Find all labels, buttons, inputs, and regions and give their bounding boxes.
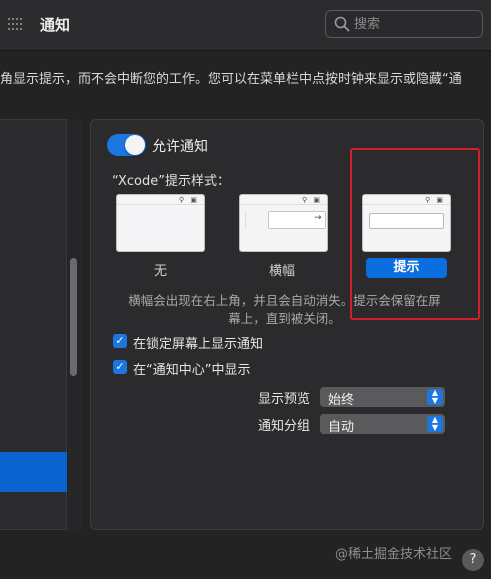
search-icon: [334, 16, 350, 32]
up-down-chevron-icon: ▲ ▼: [427, 389, 443, 405]
allow-notifications-label: 允许通知: [152, 139, 208, 155]
search-input[interactable]: [354, 15, 474, 33]
show-preview-value: 始终: [328, 393, 355, 408]
grouping-select[interactable]: 自动 ▲ ▼: [320, 414, 445, 435]
preview-sidebar: [245, 211, 267, 229]
window-title: 通知: [40, 16, 71, 34]
app-list-scrollbar[interactable]: [70, 258, 77, 376]
preview-menu-icons: ⚲ ▣: [302, 196, 322, 204]
lock-screen-checkbox-label: 在锁定屏幕上显示通知: [133, 337, 264, 352]
style-preview-none[interactable]: ⚲ ▣: [116, 194, 205, 252]
arrow-right-icon: →: [314, 213, 322, 223]
checkmark-icon[interactable]: ✓: [113, 334, 127, 348]
watermark-text: @稀土掘金技术社区: [335, 547, 453, 562]
help-button[interactable]: ?: [462, 549, 484, 571]
show-preview-label: 显示预览: [258, 392, 311, 407]
alert-style-label: “Xcode”提示样式：: [112, 174, 230, 189]
show-preview-select[interactable]: 始终 ▲ ▼: [320, 387, 445, 408]
style-help-text-line2: 幕上，直到被关闭。: [228, 311, 341, 326]
title-bar: 通知: [0, 0, 491, 51]
checkmark-icon[interactable]: ✓: [113, 360, 127, 374]
style-name-none[interactable]: 无: [154, 260, 167, 279]
toggle-knob: [125, 135, 145, 155]
style-help-text-line1: 横幅会出现在右上角，并且会自动消失。提示会保留在屏: [128, 293, 441, 308]
notification-description: 角显示提示，而不会中断您的工作。您可以在菜单栏中点按时钟来显示或隐藏“通: [0, 72, 462, 87]
show-all-grid-icon[interactable]: [8, 18, 22, 30]
grouping-value: 自动: [328, 420, 355, 435]
preview-menu-icons: ⚲ ▣: [179, 196, 199, 204]
style-preview-banner[interactable]: ⚲ ▣ →: [239, 194, 328, 252]
style-help-text: 横幅会出现在右上角，并且会自动消失。提示会保留在屏 幕上，直到被关闭。: [112, 292, 457, 328]
allow-notifications-toggle[interactable]: [107, 134, 146, 156]
grouping-label: 通知分组: [258, 419, 311, 434]
style-name-banner[interactable]: 横幅: [269, 260, 295, 279]
up-down-chevron-icon: ▲ ▼: [427, 416, 443, 432]
notification-center-checkbox-label: 在“通知中心”中显示: [133, 363, 251, 378]
search-field[interactable]: [325, 10, 483, 38]
app-list-selected-row[interactable]: [0, 452, 67, 492]
